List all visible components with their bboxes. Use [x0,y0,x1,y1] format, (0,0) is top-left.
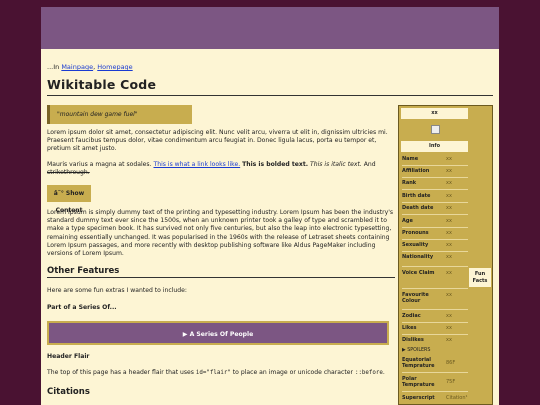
other-intro: Here are some fun extras I wanted to inc… [47,287,187,294]
infobox-label: Zodiac [402,313,421,319]
infobox-label: Pronouns [402,230,429,236]
infobox-label: Sexuality [402,242,429,248]
infobox-separator [402,266,468,267]
strikethrough-text: strikethrough. [47,169,90,177]
breadcrumb-link-mainpage[interactable]: Mainpage [61,63,93,71]
infobox-value: xx [446,325,452,331]
section-divider [47,277,395,278]
infobox-info-header: Info [401,141,468,152]
infobox-image [431,125,440,134]
breadcrumb-prefix: ...In [47,63,60,71]
series-expand-button[interactable]: ▶ A Series Of People [47,321,389,345]
infobox-separator [402,177,468,178]
infobox-label: Favourite Colour [402,292,429,304]
section-citations: Citations [47,387,90,397]
infobox-separator [402,251,468,252]
infobox-label: Polar Temprature [402,376,435,388]
infobox-value: 86F [446,360,456,366]
intro-paragraph: Lorem ipsum dolor sit amet, consectetur … [47,129,388,153]
infobox-value: xx [446,270,452,276]
infobox-separator [402,189,468,190]
formatting-text: Mauris varius a magna at sodales. [47,161,152,168]
breadcrumb-link-homepage[interactable]: Homepage [97,63,132,71]
infobox-separator [402,391,468,392]
infobox-separator [402,165,468,166]
infobox-separator [402,322,468,323]
flair-text-1: The top of this page has a header flair … [47,369,194,376]
infobox-value: xx [446,337,452,343]
bold-text: This is bolded text. [242,161,309,168]
infobox-label: Likes [402,325,417,331]
infobox-value: xx [446,313,452,319]
infobox-value: xx [446,242,452,248]
infobox-label: Rank [402,180,417,186]
infobox-value: xx [446,156,452,162]
infobox-value: xx [446,292,452,298]
infobox-label: Nationality [402,254,434,260]
infobox-label: Birth date [402,193,431,199]
lorem-paragraph: Lorem Ipsum is simply dummy text of the … [47,209,394,258]
part-of-series-heading: Part of a Series Of... [47,304,117,311]
and-text: And [363,161,376,168]
infobox-value: xx [446,168,452,174]
infobox-separator [402,202,468,203]
example-link[interactable]: This is what a link looks like. [153,161,240,168]
quote-box: "mountain dew game fuel" [47,105,192,124]
header-flair-heading: Header Flair [47,353,90,360]
infobox-label: Death date [402,205,434,211]
formatting-paragraph: Mauris varius a magna at sodales. This i… [47,161,395,177]
infobox-separator [402,334,468,335]
infobox-value: xx [446,218,452,224]
flair-code-1: id="flair" [195,370,231,376]
italic-text: This is italic text. [310,161,362,168]
show-content-button[interactable]: â˜° Show Content [47,185,91,214]
page-title: Wikitable Code [47,77,157,92]
infobox-separator [402,372,468,373]
infobox-title: xx [401,108,468,119]
section-other-features: Other Features [47,266,120,276]
infobox-value: Citation¹ [446,395,468,401]
flair-text-3: . [382,369,385,376]
infobox-separator [402,239,468,240]
header-banner [41,7,499,49]
infobox-label: Affiliation [402,168,430,174]
fun-facts-tab[interactable]: Fun Facts [469,268,491,287]
infobox-label: Name [402,156,419,162]
infobox-value: 75F [446,379,456,385]
infobox-separator [402,309,468,310]
breadcrumb-sep: , [93,63,96,71]
title-divider [47,95,493,96]
infobox-separator [402,227,468,228]
flair-text-2: to place an image or unicode character [232,369,354,376]
infobox-value: xx [446,205,452,211]
infobox-value: xx [446,230,452,236]
infobox-value: xx [446,180,452,186]
infobox-separator [402,214,468,215]
infobox-label: Equatorial Temprature [402,357,435,369]
infobox-label: Age [402,218,413,224]
infobox-label: Superscript [402,395,435,401]
spoilers-toggle[interactable]: ▶ SPOILERS [402,348,430,353]
infobox-value: xx [446,254,452,260]
infobox-label: Voice Claim [402,270,435,276]
flair-code-2: ::before [354,370,383,376]
infobox-value: xx [446,193,452,199]
content-page: ...In Mainpage, Homepage Wikitable Code … [41,49,499,405]
infobox-separator [402,288,468,289]
infobox-label: Dislikes [402,337,424,343]
infobox: xx Info Name xx Affiliation xx Rank xx Birt… [398,105,493,405]
breadcrumb: ...In Mainpage, Homepage [47,63,133,71]
header-flair-text: The top of this page has a header flair … [47,369,395,377]
